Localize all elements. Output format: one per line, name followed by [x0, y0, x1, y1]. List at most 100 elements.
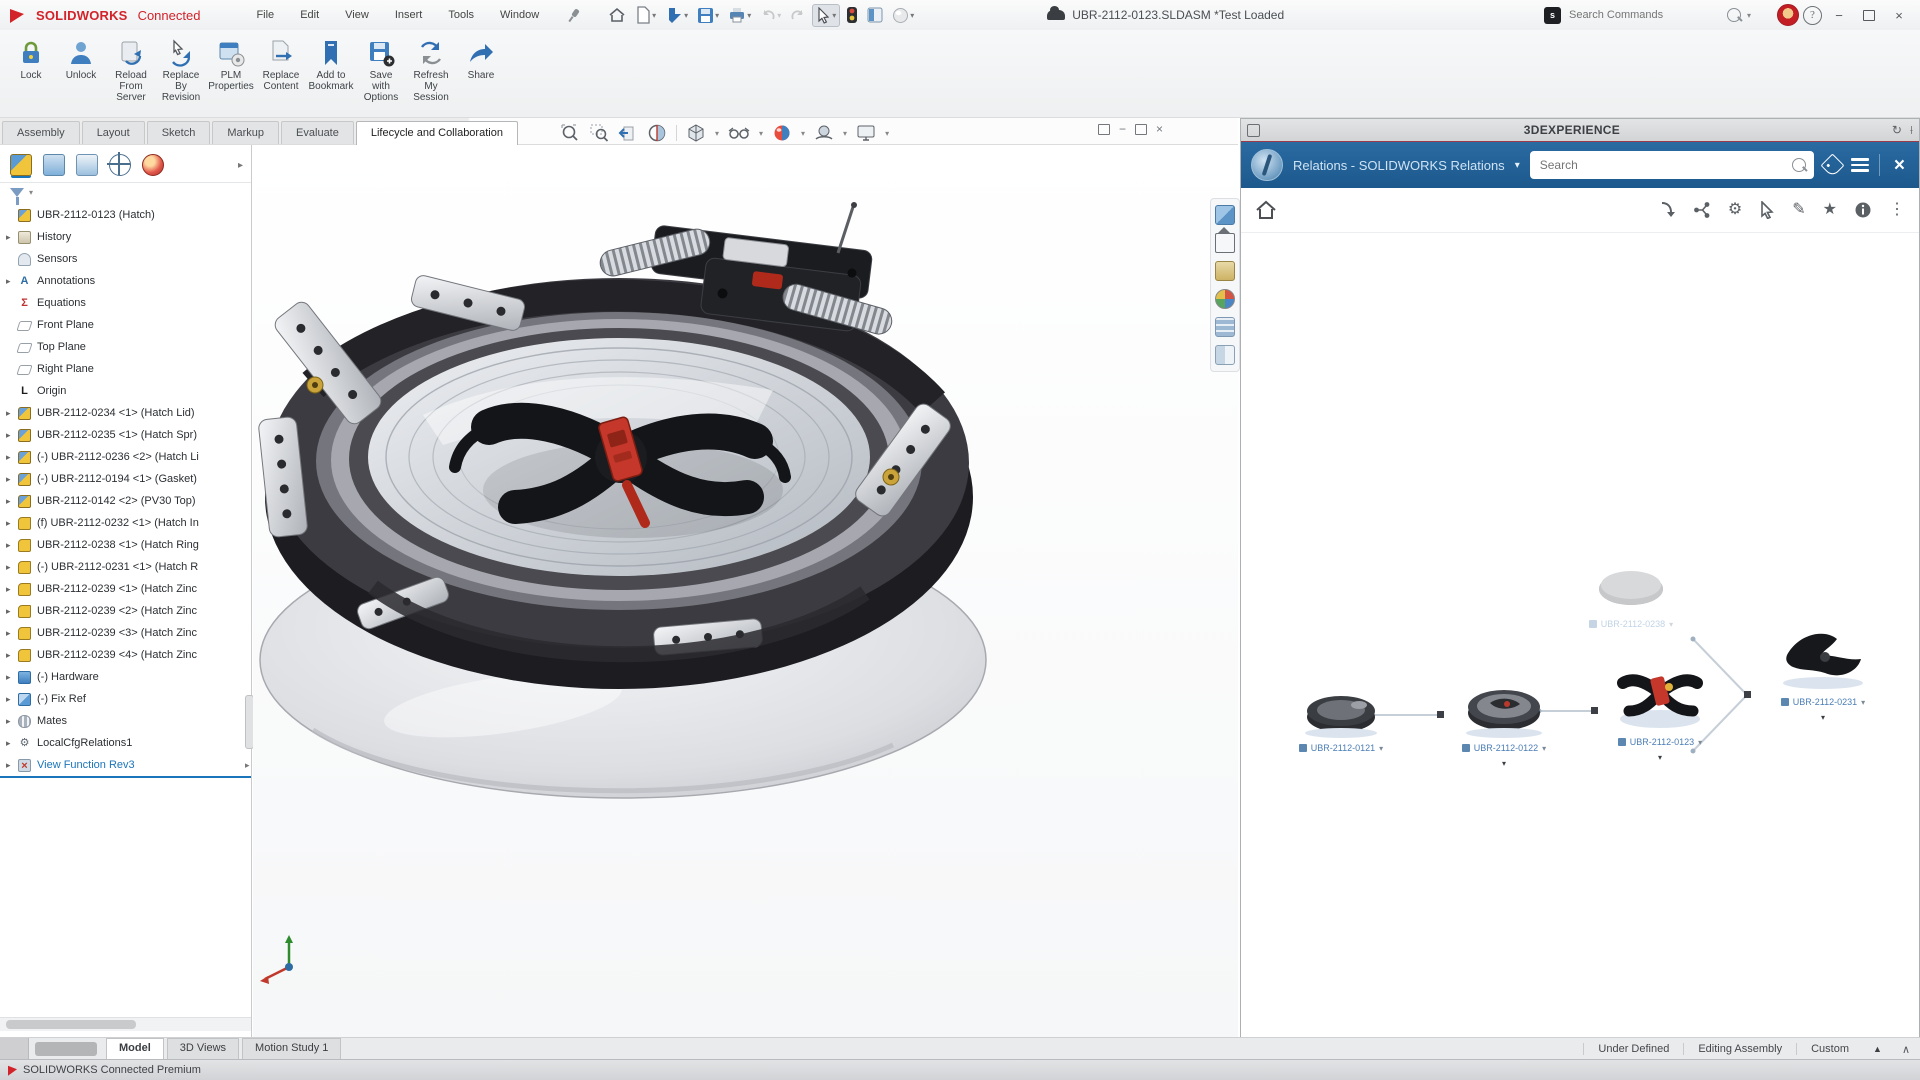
settings-gear-icon[interactable]: ⚙: [1728, 202, 1742, 218]
explore-down-icon[interactable]: [1658, 201, 1676, 219]
expand-arrow-icon[interactable]: [6, 650, 18, 661]
expand-arrow-icon[interactable]: [6, 562, 18, 573]
save-with-options-button[interactable]: Save with Options: [356, 36, 406, 116]
configuration-manager-tab-icon[interactable]: [76, 154, 98, 176]
add-to-bookmark-button[interactable]: Add to Bookmark: [306, 36, 356, 116]
select-tool-button[interactable]: ▾: [812, 4, 840, 27]
lock-button[interactable]: Lock: [6, 36, 56, 116]
panel-close-icon[interactable]: ×: [1890, 156, 1909, 175]
more-options-kebab-icon[interactable]: ⋮: [1889, 202, 1905, 218]
expand-arrow-icon[interactable]: [6, 232, 18, 243]
replace-by-revision-button[interactable]: Replace By Revision: [156, 36, 206, 116]
tree-item[interactable]: Mates: [0, 710, 251, 732]
compass-icon[interactable]: [1251, 149, 1283, 181]
hide-show-items-icon[interactable]: [728, 123, 750, 143]
tree-item[interactable]: UBR-2112-0239 <4> (Hatch Zinc: [0, 644, 251, 666]
viewport-restore-icon[interactable]: [1098, 124, 1110, 135]
menu-item[interactable]: View: [333, 5, 381, 25]
tree-item[interactable]: (f) UBR-2112-0232 <1> (Hatch In: [0, 512, 251, 534]
expand-arrow-icon[interactable]: [6, 716, 18, 727]
filter-icon[interactable]: [10, 188, 24, 197]
filter-caret-icon[interactable]: ▾: [29, 188, 33, 197]
new-document-button[interactable]: ▾: [632, 4, 659, 26]
tree-item[interactable]: (-) UBR-2112-0236 <2> (Hatch Li: [0, 446, 251, 468]
tree-item[interactable]: UBR-2112-0239 <1> (Hatch Zinc: [0, 578, 251, 600]
home-icon[interactable]: [1255, 200, 1277, 220]
relation-node[interactable]: UBR-2112-0123 ▾ ▾: [1593, 653, 1727, 762]
graphics-viewport[interactable]: [253, 145, 1238, 1037]
node-expand-chevron-icon[interactable]: ▾: [1698, 738, 1702, 747]
commandmanager-tab[interactable]: Markup: [212, 121, 279, 144]
node-expand-chevron-icon[interactable]: ▾: [1861, 698, 1865, 707]
share-button[interactable]: Share: [456, 36, 506, 116]
viewport-minimize-icon[interactable]: −: [1119, 122, 1126, 136]
expand-arrow-icon[interactable]: [6, 276, 18, 287]
status-expand-icon[interactable]: ▲: [1863, 1044, 1892, 1054]
tree-item[interactable]: UBR-2112-0239 <3> (Hatch Zinc: [0, 622, 251, 644]
tree-item[interactable]: Annotations: [0, 270, 251, 292]
display-style-caret-icon[interactable]: ▾: [715, 129, 719, 138]
expand-arrow-icon[interactable]: [6, 628, 18, 639]
node-more-caret-icon[interactable]: ▾: [1502, 759, 1506, 768]
node-more-caret-icon[interactable]: ▾: [1821, 713, 1825, 722]
feature-tree-tab-icon[interactable]: [10, 154, 32, 176]
open-button[interactable]: ▾: [662, 4, 691, 26]
document-tab[interactable]: 3D Views: [167, 1038, 239, 1060]
panel-expand-chevron-icon[interactable]: ▸: [238, 160, 245, 171]
status-chevron-icon[interactable]: ∧: [1892, 1043, 1920, 1056]
relations-graph-icon[interactable]: [1693, 201, 1711, 219]
expand-arrow-icon[interactable]: [6, 584, 18, 595]
home-button[interactable]: [605, 4, 629, 26]
node-more-caret-icon[interactable]: ▾: [1658, 753, 1662, 762]
previous-view-icon[interactable]: [618, 123, 638, 143]
pin-menu-icon[interactable]: [567, 8, 581, 22]
menu-item[interactable]: File: [244, 5, 286, 25]
search-caret-icon[interactable]: ▾: [1747, 11, 1751, 20]
node-expand-chevron-icon[interactable]: ▾: [1379, 744, 1383, 753]
help-icon[interactable]: ?: [1803, 6, 1822, 25]
display-style-icon[interactable]: [686, 123, 706, 143]
apply-scene-icon[interactable]: [814, 123, 834, 143]
property-manager-tab-icon[interactable]: [43, 154, 65, 176]
expand-arrow-icon[interactable]: [6, 672, 18, 683]
document-tab[interactable]: Motion Study 1: [242, 1038, 341, 1060]
expand-arrow-icon[interactable]: [6, 540, 18, 551]
tree-item[interactable]: UBR-2112-0142 <2> (PV30 Top): [0, 490, 251, 512]
node-expand-chevron-icon[interactable]: ▾: [1542, 744, 1546, 753]
task-pane-button[interactable]: [864, 5, 886, 25]
tree-item[interactable]: Right Plane: [0, 358, 251, 380]
minimize-button[interactable]: −: [1826, 5, 1852, 25]
tree-item[interactable]: View Function Rev3: [0, 754, 251, 778]
zoom-area-icon[interactable]: [589, 123, 609, 143]
replace-content-button[interactable]: Replace Content: [256, 36, 306, 116]
save-button[interactable]: ▾: [694, 5, 722, 26]
relation-node[interactable]: UBR-2112-0122 ▾ ▾: [1439, 677, 1569, 768]
relation-node[interactable]: UBR-2112-0231 ▾ ▾: [1753, 621, 1893, 722]
expand-arrow-icon[interactable]: [6, 738, 18, 749]
expand-arrow-icon[interactable]: [6, 760, 18, 771]
commandmanager-tab[interactable]: Assembly: [2, 121, 80, 144]
relation-node[interactable]: UBR-2112-0121 ▾: [1281, 683, 1401, 753]
menu-item[interactable]: Window: [488, 5, 551, 25]
display-manager-tab-icon[interactable]: [142, 154, 164, 176]
panel-pin-icon[interactable]: ⟊: [1910, 123, 1913, 138]
commandmanager-tab[interactable]: Lifecycle and Collaboration: [356, 121, 518, 145]
grid-display-icon[interactable]: [1215, 317, 1235, 337]
panel-dock-icon[interactable]: [1247, 124, 1260, 137]
panel-search-icon[interactable]: [1792, 158, 1806, 172]
app-switch-chevron-icon[interactable]: ▾: [1515, 160, 1520, 171]
view-settings-caret-icon[interactable]: ▾: [885, 129, 889, 138]
expand-arrow-icon[interactable]: [6, 474, 18, 485]
hide-show-caret-icon[interactable]: ▾: [759, 129, 763, 138]
lifecycle-status-icon[interactable]: [843, 4, 861, 26]
tree-item[interactable]: UBR-2112-0234 <1> (Hatch Lid): [0, 402, 251, 424]
edit-pencil-icon[interactable]: ✎: [1792, 202, 1805, 218]
scene-caret-icon[interactable]: ▾: [843, 129, 847, 138]
scrollbar-thumb[interactable]: [6, 1020, 136, 1029]
tree-item[interactable]: (-) UBR-2112-0231 <1> (Hatch R: [0, 556, 251, 578]
expand-arrow-icon[interactable]: [6, 496, 18, 507]
commandmanager-tab[interactable]: Layout: [82, 121, 145, 144]
tree-item[interactable]: Origin: [0, 380, 251, 402]
panel-search-input[interactable]: [1538, 157, 1786, 173]
tree-item[interactable]: (-) Fix Ref: [0, 688, 251, 710]
